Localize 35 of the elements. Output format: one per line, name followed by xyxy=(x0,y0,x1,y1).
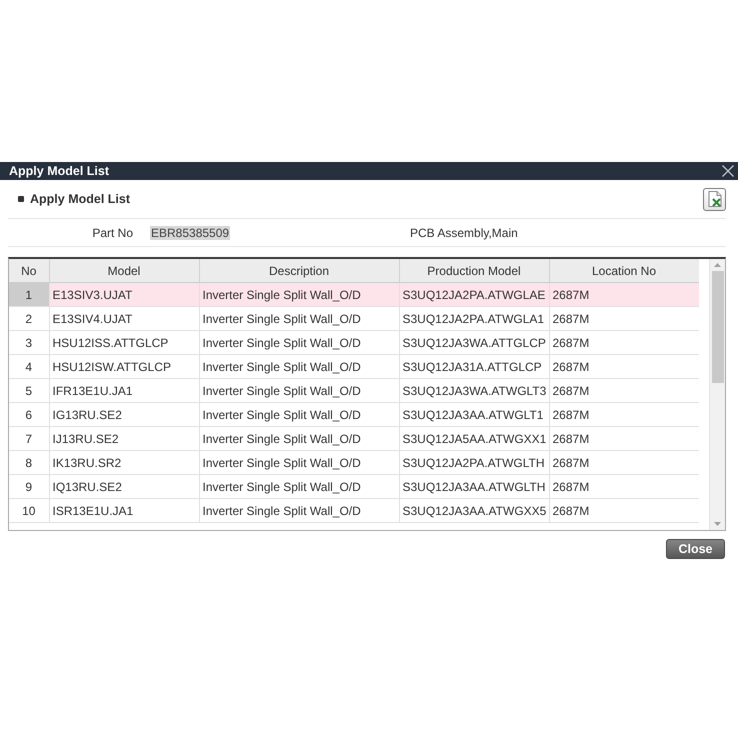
table-row[interactable]: 2 E13SIV4.UJAT Inverter Single Split Wall_O/D S3UQ12JA2PA.ATWGLA1 2687M xyxy=(9,306,699,330)
column-header[interactable]: No xyxy=(9,259,49,282)
table-row[interactable]: 10 ISR13E1U.JA1 Inverter Single Split Wall_O/D S3UQ12JA3AA.ATWGXX5 2687M xyxy=(9,498,699,522)
column-header[interactable]: Production Model xyxy=(399,259,549,282)
close-button[interactable]: Close xyxy=(666,539,725,559)
part-no-label: Part No xyxy=(91,226,133,240)
scrollbar[interactable] xyxy=(709,259,725,530)
table-cell: S3UQ12JA3AA.ATWGXX5 xyxy=(399,498,549,522)
table-row[interactable]: 6 IG13RU.SE2 Inverter Single Split Wall_O/D S3UQ12JA3AA.ATWGLT1 2687M xyxy=(9,402,699,426)
table-row[interactable]: 1 E13SIV3.UJAT Inverter Single Split Wall_O/D S3UQ12JA2PA.ATWGLAE 2687M xyxy=(9,282,699,306)
scroll-down-icon[interactable] xyxy=(714,522,721,526)
column-header[interactable]: Description xyxy=(199,259,399,282)
column-header[interactable]: Model xyxy=(49,259,199,282)
table-cell: Inverter Single Split Wall_O/D xyxy=(199,498,399,522)
table-row[interactable]: 8 IK13RU.SR2 Inverter Single Split Wall_O/D S3UQ12JA2PA.ATWGLTH 2687M xyxy=(9,450,699,474)
dialog-title: Apply Model List xyxy=(9,164,110,178)
table-cell: 10 xyxy=(9,498,49,522)
document-icon xyxy=(708,191,722,207)
table-row[interactable]: 3 HSU12ISS.ATTGLCP Inverter Single Split Wall_O/D S3UQ12JA3WA.ATTGLCP 2687M xyxy=(9,330,699,354)
table-cell: 2687M xyxy=(549,498,699,522)
table-row[interactable]: 9 IQ13RU.SE2 Inverter Single Split Wall_O/D S3UQ12JA3AA.ATWGLTH 2687M xyxy=(9,474,699,498)
section-title: Apply Model List xyxy=(30,192,131,206)
table-row[interactable]: 5 IFR13E1U.JA1 Inverter Single Split Wall_O/D S3UQ12JA3WA.ATWGLT3 2687M xyxy=(9,378,699,402)
bullet-icon xyxy=(18,196,24,202)
part-description: PCB Assembly,Main xyxy=(410,226,519,240)
table-cell: ISR13E1U.JA1 xyxy=(49,498,199,522)
table-cell: 1 xyxy=(9,282,49,306)
column-header[interactable]: Location No xyxy=(549,259,699,282)
close-icon[interactable] xyxy=(722,165,734,177)
part-no-value: EBR85385509 xyxy=(150,226,230,240)
export-button[interactable] xyxy=(703,188,726,210)
scroll-up-icon[interactable] xyxy=(714,263,721,267)
table-row[interactable]: 7 IJ13RU.SE2 Inverter Single Split Wall_O/D S3UQ12JA5AA.ATWGXX1 2687M xyxy=(9,426,699,450)
scrollbar-thumb[interactable] xyxy=(712,271,724,383)
table-row[interactable]: 4 HSU12ISW.ATTGLCP Inverter Single Split Wall_O/D S3UQ12JA31A.ATTGLCP 2687M xyxy=(9,354,699,378)
